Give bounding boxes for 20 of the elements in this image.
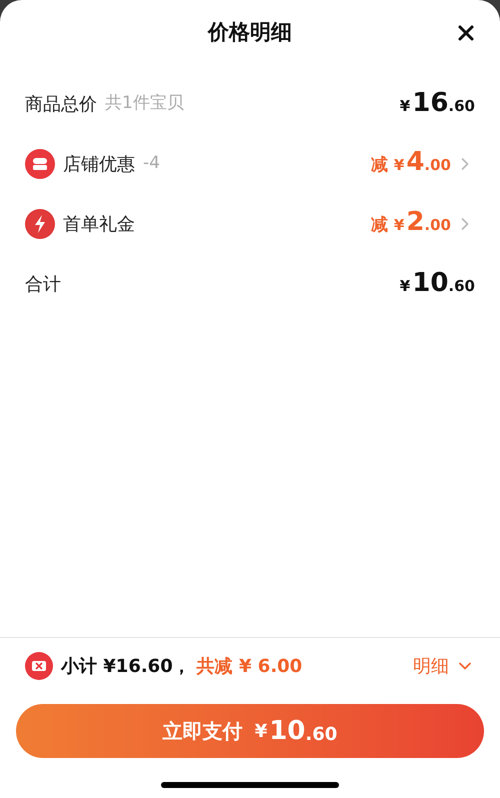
discount-prefix: 减 <box>370 214 388 238</box>
lightning-icon <box>25 209 55 239</box>
pay-button[interactable]: 立即支付 ¥10.60 <box>16 704 484 758</box>
discount-prefix: 减 <box>370 154 388 178</box>
row-note: 共1件宝贝 <box>105 92 184 116</box>
row-note: -4 <box>143 152 160 176</box>
sheet-title: 价格明细 <box>208 19 292 46</box>
subtotal-text: 小计 ¥16.60， <box>61 654 191 678</box>
shop-icon <box>25 149 55 179</box>
price: ¥16.60 <box>400 90 475 118</box>
price: ¥10.60 <box>400 270 475 298</box>
price: ¥4.00 <box>394 149 451 177</box>
price: ¥2.00 <box>394 209 451 237</box>
details-link[interactable]: 明细 <box>413 652 475 680</box>
row-label: 合计 <box>25 272 61 296</box>
ticket-icon <box>25 652 53 680</box>
row-label: 店铺优惠 <box>63 152 135 176</box>
row-label: 首单礼金 <box>63 212 135 236</box>
row-label: 商品总价 <box>25 92 97 116</box>
saved-text: 共减 ¥ 6.00 <box>196 654 302 678</box>
